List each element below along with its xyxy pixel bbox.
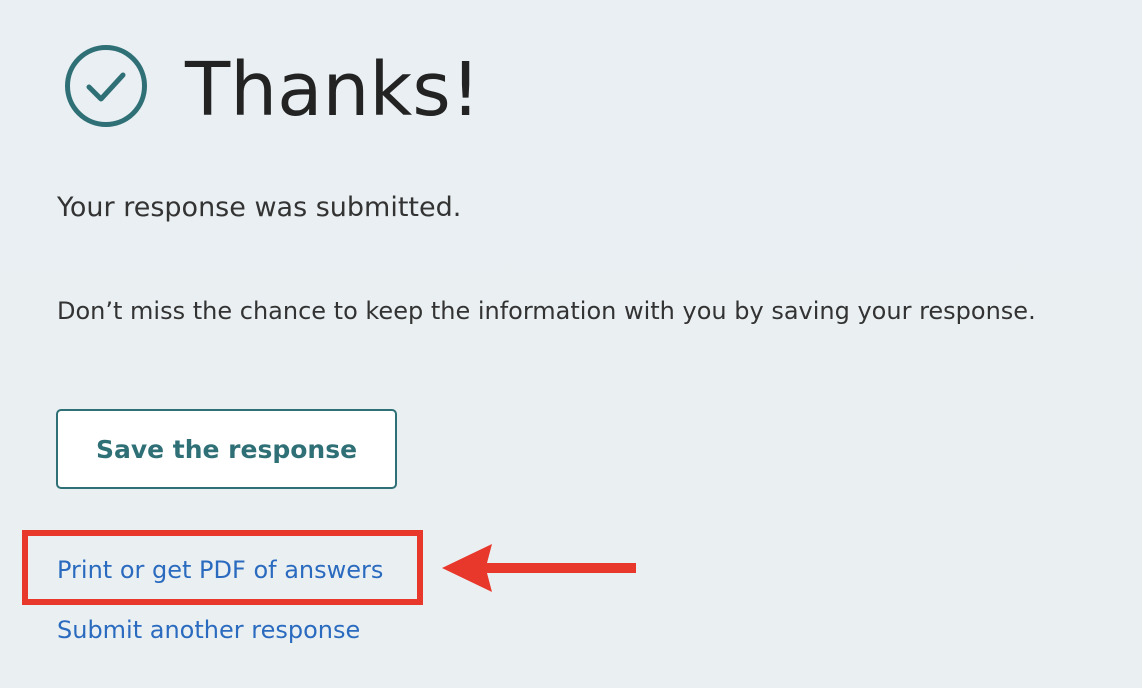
save-prompt-message: Don’t miss the chance to keep the inform… <box>57 297 1036 325</box>
print-pdf-link[interactable]: Print or get PDF of answers <box>57 554 383 586</box>
submit-another-response-link[interactable]: Submit another response <box>57 614 360 646</box>
left-arrow-icon <box>442 544 636 592</box>
save-response-button[interactable]: Save the response <box>56 409 397 489</box>
submitted-message: Your response was submitted. <box>57 192 462 223</box>
page-title: Thanks! <box>185 47 481 133</box>
check-circle-icon <box>65 45 147 127</box>
